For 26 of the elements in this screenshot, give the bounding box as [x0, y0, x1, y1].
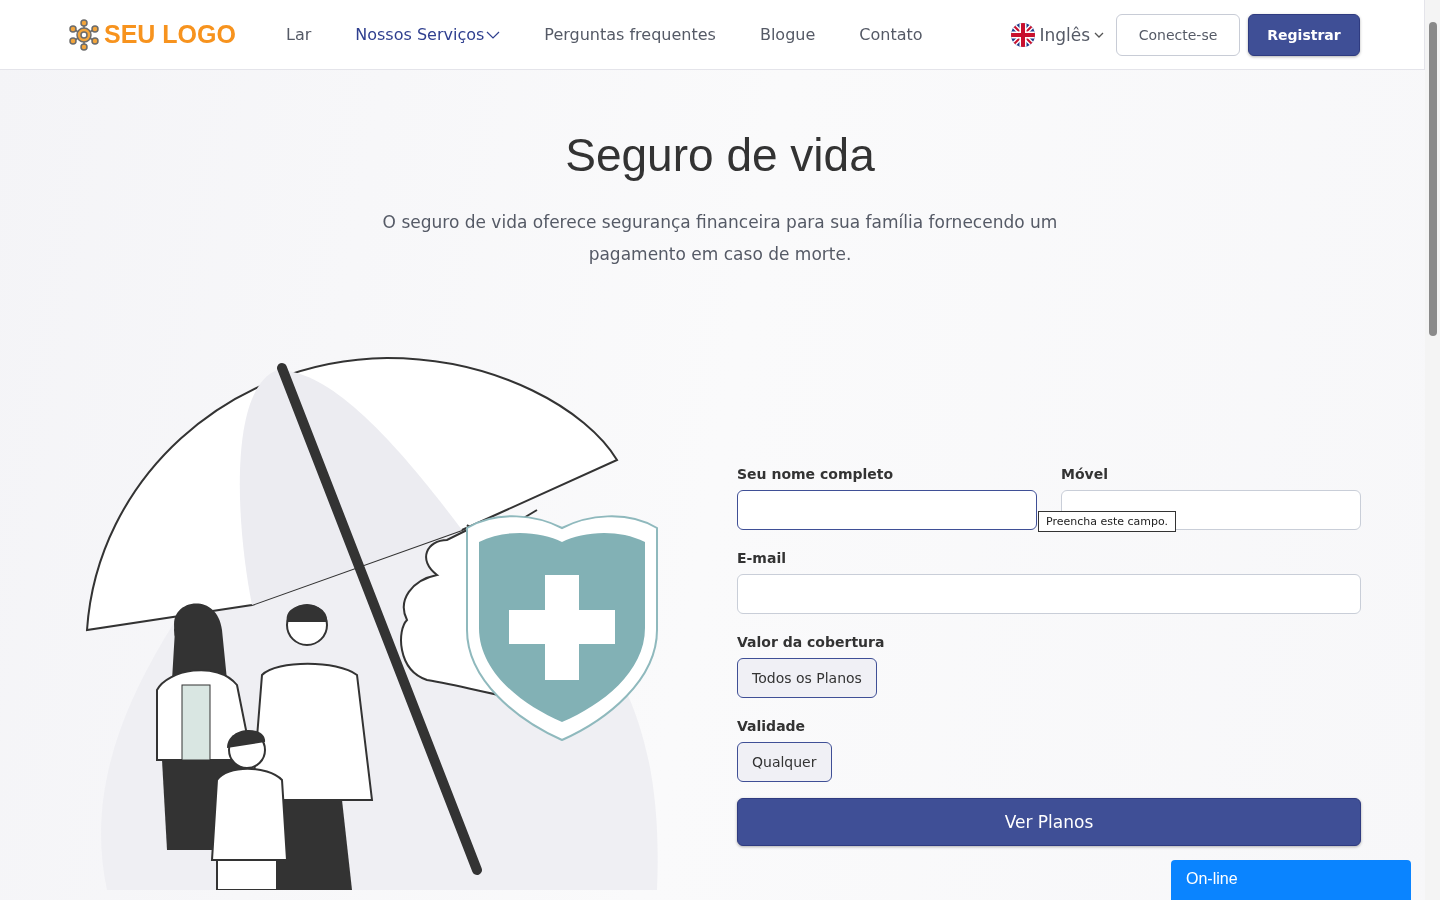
page-title: Seguro de vida — [565, 128, 875, 182]
view-plans-button[interactable]: Ver Planos — [737, 798, 1361, 846]
validation-tooltip: Preencha este campo. — [1038, 511, 1177, 532]
chevron-down-icon — [486, 30, 501, 39]
scrollbar[interactable] — [1425, 0, 1440, 900]
network-gear-icon — [68, 18, 100, 51]
chevron-down-icon — [1094, 31, 1104, 38]
page-subtitle: O seguro de vida oferece segurança financeira para sua família fornecendo um pagamento em caso de morte. — [381, 211, 1059, 266]
login-button[interactable]: Conecte-se — [1116, 13, 1240, 56]
nav-link[interactable]: Lar — [285, 25, 312, 44]
field-label: E-mail — [737, 550, 787, 566]
field-label: Valor da cobertura — [737, 634, 886, 650]
field-label: Móvel — [1061, 466, 1109, 482]
nav-link[interactable]: Blogue — [759, 25, 816, 44]
input-field[interactable] — [737, 490, 1037, 530]
field-label: Seu nome completo — [737, 466, 895, 482]
language-selector[interactable]: Inglês — [1011, 22, 1104, 47]
nav-link[interactable]: Contato — [859, 25, 923, 44]
nav-link[interactable]: Nossos Serviços — [355, 25, 501, 44]
nav-link[interactable]: Perguntas frequentes — [544, 25, 716, 44]
field-label: Validade — [737, 718, 807, 734]
option-button[interactable]: Todos os Planos — [737, 658, 877, 698]
option-button[interactable]: Qualquer — [737, 742, 832, 782]
chat-tab[interactable]: On-line — [1171, 860, 1411, 900]
register-button[interactable]: Registrar — [1248, 13, 1360, 56]
flag-icon — [1011, 22, 1036, 47]
